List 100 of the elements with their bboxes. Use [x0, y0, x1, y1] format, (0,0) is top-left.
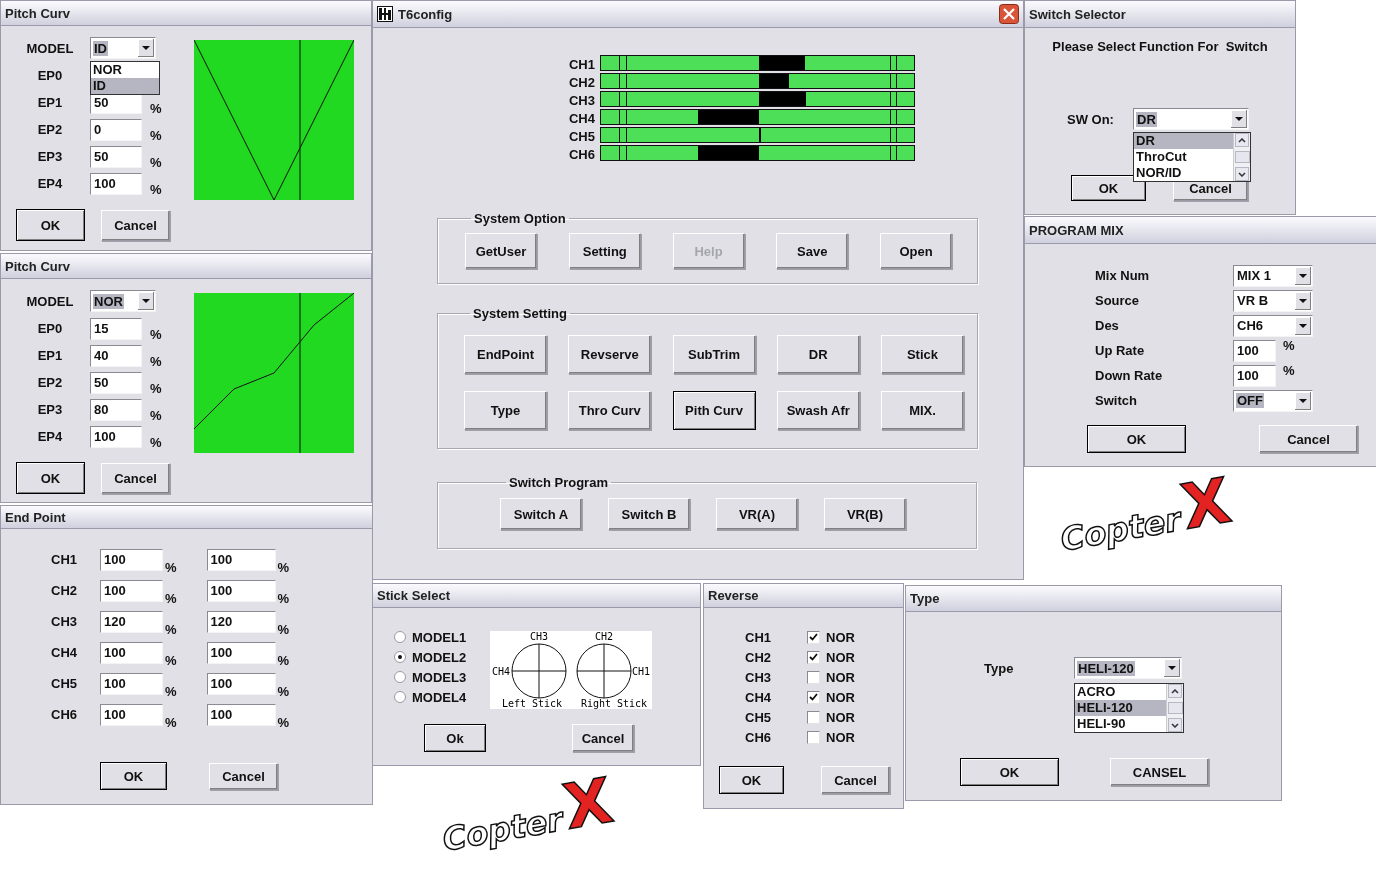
dropdown[interactable]: NOR — [90, 290, 156, 312]
channel-label: CH3 — [568, 92, 595, 108]
checkbox[interactable] — [807, 670, 820, 684]
chevron-up-icon — [1238, 137, 1246, 143]
dialog-button[interactable]: Cancel — [101, 462, 170, 494]
toolbar-button[interactable]: Swash Afr — [776, 391, 860, 430]
group-label: Switch Program — [508, 475, 609, 490]
dialog-button[interactable]: OK — [16, 209, 85, 241]
number-field[interactable]: 15 — [90, 317, 142, 340]
dialog-button[interactable]: OK — [100, 762, 167, 790]
checkbox[interactable] — [807, 730, 820, 744]
number-field[interactable]: 100 — [90, 172, 142, 195]
radio-label: MODEL4 — [412, 689, 467, 705]
caret-icon — [142, 46, 150, 50]
channel-label: CH2 — [745, 649, 772, 665]
radio-button[interactable] — [394, 651, 406, 663]
toolbar-button[interactable]: Thro Curv — [568, 391, 652, 430]
number-field[interactable]: 100 — [100, 672, 163, 695]
close-button[interactable] — [999, 4, 1019, 24]
radio-button[interactable] — [394, 631, 406, 643]
dialog-button[interactable]: OK — [16, 462, 85, 494]
dialog-button[interactable]: OK — [1087, 425, 1186, 453]
scrollbar[interactable] — [1166, 684, 1183, 732]
toolbar-button[interactable]: MIX. — [881, 391, 964, 430]
toolbar-button[interactable]: Pith Curv — [672, 391, 756, 430]
dropdown[interactable]: ID — [90, 37, 156, 59]
field-label: EP3 — [36, 149, 64, 164]
toolbar-button[interactable]: Save — [776, 233, 849, 269]
toolbar-button[interactable]: Switch B — [608, 498, 690, 530]
number-field[interactable]: 100 — [206, 548, 276, 571]
field-label: EP4 — [36, 429, 64, 444]
dropdown-option[interactable]: ID — [91, 78, 159, 94]
dialog-button[interactable]: Cancel — [209, 762, 278, 790]
stick-caption: Right Stick — [580, 698, 648, 709]
radio-button[interactable] — [394, 671, 406, 683]
window-title: T6config — [398, 6, 454, 22]
checkbox[interactable] — [807, 690, 820, 704]
number-field[interactable]: 40 — [90, 344, 142, 367]
number-field[interactable]: 100 — [206, 641, 276, 664]
number-field[interactable]: 100 — [100, 548, 163, 571]
number-field[interactable]: 100 — [1233, 364, 1276, 387]
number-field[interactable]: 120 — [100, 610, 163, 633]
dropdown[interactable]: MIX 1 — [1233, 264, 1313, 287]
radio-label: MODEL2 — [412, 649, 467, 665]
number-field[interactable]: 100 — [100, 703, 163, 726]
toolbar-button[interactable]: Stick — [881, 335, 964, 374]
toolbar-button[interactable]: Revserve — [568, 335, 652, 374]
number-field[interactable]: 100 — [90, 425, 142, 448]
radio-button[interactable] — [394, 691, 406, 703]
unit-label: % — [165, 560, 177, 575]
toolbar-button[interactable]: EndPoint — [464, 335, 547, 374]
dialog-button[interactable]: CANSEL — [1110, 758, 1209, 786]
dialog-button[interactable]: Cancel — [101, 209, 170, 241]
channel-label: CH1 — [51, 552, 78, 567]
number-field[interactable]: 0 — [90, 118, 142, 141]
toolbar-button[interactable]: Setting — [568, 233, 641, 269]
toolbar-button[interactable]: VR(B) — [824, 498, 906, 530]
number-field[interactable]: 100 — [100, 641, 163, 664]
dropdown[interactable]: CH6 — [1233, 314, 1313, 337]
number-field[interactable]: 80 — [90, 398, 142, 421]
window-title: Pitch Curv — [5, 258, 71, 274]
number-field[interactable]: 100 — [206, 703, 276, 726]
dialog-button[interactable]: OK — [960, 758, 1059, 786]
number-field[interactable]: 100 — [100, 579, 163, 602]
checkbox[interactable] — [807, 630, 820, 644]
checkbox[interactable] — [807, 650, 820, 664]
dialog-button[interactable]: Ok — [424, 724, 486, 752]
toolbar-button[interactable]: GetUser — [465, 233, 537, 269]
dialog-button[interactable]: Cancel — [1259, 425, 1358, 453]
toolbar-button[interactable]: Switch A — [500, 498, 582, 530]
unit-label: % — [277, 684, 290, 699]
logo: Copter X — [1056, 463, 1236, 561]
unit-label: % — [150, 354, 162, 369]
number-field[interactable]: 100 — [206, 672, 276, 695]
toolbar-button[interactable]: VR(A) — [716, 498, 798, 530]
number-field[interactable]: 100 — [1233, 339, 1276, 362]
channel-label: CH6 — [51, 707, 78, 722]
number-field[interactable]: 100 — [206, 579, 276, 602]
dropdown[interactable]: HELI-120 — [1074, 657, 1182, 679]
number-field[interactable]: 50 — [90, 371, 142, 394]
dialog-button[interactable]: Cancel — [572, 724, 634, 752]
toolbar-button[interactable]: Open — [880, 233, 952, 269]
dialog-button[interactable]: OK — [719, 766, 784, 794]
unit-label: % — [277, 653, 290, 668]
dropdown-option[interactable]: HELI-120 — [1075, 700, 1166, 716]
checkbox[interactable] — [807, 710, 820, 724]
scrollbar[interactable] — [1233, 133, 1250, 181]
unit-label: % — [150, 435, 162, 450]
dropdown-option[interactable]: DR — [1134, 133, 1233, 149]
window-title: Pitch Curv — [5, 5, 71, 21]
dialog-button[interactable]: Cancel — [821, 766, 890, 794]
toolbar-button[interactable]: Type — [464, 391, 547, 430]
number-field[interactable]: 120 — [206, 610, 276, 633]
number-field[interactable]: 50 — [90, 145, 142, 168]
dropdown[interactable]: DR — [1133, 108, 1249, 130]
dropdown[interactable]: VR B — [1233, 289, 1313, 312]
toolbar-button[interactable]: DR — [776, 335, 860, 374]
dropdown[interactable]: OFF — [1233, 389, 1313, 412]
unit-label: % — [150, 182, 162, 197]
toolbar-button[interactable]: SubTrim — [672, 335, 756, 374]
